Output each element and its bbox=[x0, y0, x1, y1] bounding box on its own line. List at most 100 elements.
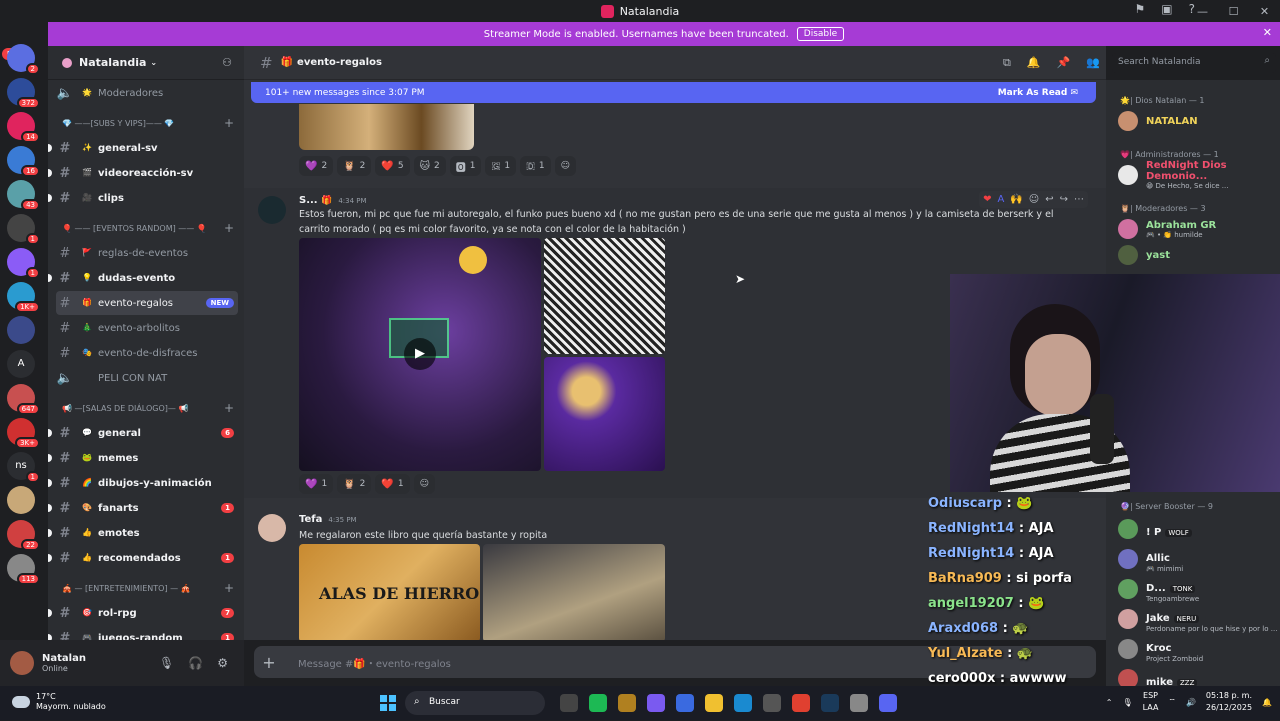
reaction-pill[interactable]: 💜 1 bbox=[299, 474, 334, 494]
app-icon[interactable] bbox=[618, 694, 636, 712]
server-icon[interactable]: 1K+ bbox=[7, 282, 40, 313]
reaction-pill[interactable]: 🦉 2 bbox=[337, 156, 372, 176]
threads-icon[interactable]: ⧉ bbox=[1003, 56, 1011, 70]
maximize-button[interactable]: ☐ bbox=[1218, 5, 1249, 18]
add-reaction-icon[interactable]: ☺ bbox=[1029, 194, 1039, 205]
berserk-shirt-image[interactable] bbox=[544, 238, 665, 354]
category-header[interactable]: 📢 —[SALAS DE DIÁLOGO]— 📢 + bbox=[62, 396, 236, 420]
server-icon[interactable]: 2 bbox=[7, 44, 40, 75]
chrome-icon[interactable] bbox=[792, 694, 810, 712]
add-channel-icon[interactable]: + bbox=[224, 116, 234, 130]
member-item[interactable]: Kroc Project Zomboid bbox=[1106, 634, 1280, 664]
channel-rol-rpg[interactable]: # 🎯 rol-rpg 7 bbox=[48, 601, 238, 625]
reaction-pill[interactable]: ❤️ 1 bbox=[375, 474, 410, 494]
taskbar-search[interactable]: ⌕ Buscar bbox=[405, 691, 545, 715]
reaction-pill[interactable]: 💜 2 bbox=[299, 156, 334, 176]
discord-icon[interactable] bbox=[879, 694, 897, 712]
channel-videoreacción-sv[interactable]: # 🎬 videoreacción-sv bbox=[48, 161, 238, 185]
channel-evento-regalos[interactable]: # 🎁 evento-regalos NEW bbox=[56, 291, 238, 315]
attachment-image[interactable] bbox=[299, 104, 474, 150]
add-reaction-icon[interactable]: ☺ bbox=[413, 474, 435, 494]
channel-fanarts[interactable]: # 🎨 fanarts 1 bbox=[48, 496, 238, 520]
edge-icon[interactable] bbox=[734, 694, 752, 712]
member-item[interactable]: Jake NERU Perdoname por lo que hise y por … bbox=[1106, 604, 1280, 634]
reaction-pill[interactable]: 🅾 1 bbox=[449, 156, 482, 176]
server-icon[interactable]: 372 bbox=[7, 78, 40, 109]
avatar[interactable] bbox=[258, 514, 286, 542]
server-icon[interactable]: 1 bbox=[7, 248, 40, 279]
gear-icon[interactable]: ⚙ bbox=[217, 656, 228, 670]
add-channel-icon[interactable]: + bbox=[224, 221, 234, 235]
reaction-pill[interactable]: ❤️ 5 bbox=[375, 156, 410, 176]
more-icon[interactable]: ⋯ bbox=[1074, 194, 1084, 205]
server-header[interactable]: Natalandia ⌄ ⚇ bbox=[48, 46, 244, 80]
channel-dudas-evento[interactable]: # 💡 dudas-evento bbox=[48, 266, 238, 290]
inbox-icon[interactable]: ⚑ bbox=[1135, 2, 1146, 16]
category-header[interactable]: 💎 ——[SUBS Y VIPS]—— 💎 + bbox=[62, 111, 236, 135]
clock[interactable]: 05:18 p. m. 26/12/2025 bbox=[1206, 690, 1252, 714]
speaker-icon[interactable]: 🔊 bbox=[1186, 698, 1196, 707]
steam-icon[interactable] bbox=[821, 694, 839, 712]
server-icon[interactable]: 3K+ bbox=[7, 418, 40, 449]
members-icon[interactable]: 👥 bbox=[1086, 56, 1100, 70]
funko-image[interactable] bbox=[544, 357, 665, 471]
weather-widget[interactable]: 17°C Mayorm. nublado bbox=[12, 692, 106, 712]
disable-button[interactable]: Disable bbox=[796, 27, 845, 41]
close-window-button[interactable]: ✕ bbox=[1249, 5, 1280, 18]
category-header[interactable]: 🎪 — [ENTRETENIMIENTO] — 🎪 + bbox=[62, 576, 236, 600]
channel-general[interactable]: # 💬 general 6 bbox=[48, 421, 238, 445]
server-icon[interactable]: A bbox=[7, 350, 35, 378]
channel-evento-arbolitos[interactable]: # 🎄 evento-arbolitos bbox=[56, 316, 238, 340]
channel-evento-de-disfraces[interactable]: # 🎭 evento-de-disfraces bbox=[56, 341, 238, 365]
play-icon[interactable]: ▶ bbox=[404, 338, 436, 370]
add-reaction-icon[interactable]: ☺ bbox=[554, 156, 577, 176]
channel-Moderadores[interactable]: 🔈 🌟 Moderadores bbox=[56, 81, 238, 105]
message-author[interactable]: Tefa 4:35 PM bbox=[299, 514, 357, 525]
letter-a-icon[interactable]: A bbox=[997, 194, 1004, 205]
microphone-icon[interactable]: 🎙 bbox=[159, 656, 174, 670]
new-messages-bar[interactable]: 101+ new messages since 3:07 PM Mark As … bbox=[251, 82, 1096, 103]
store-icon[interactable] bbox=[676, 694, 694, 712]
server-icon[interactable]: 16 bbox=[7, 146, 40, 177]
server-icon[interactable] bbox=[7, 316, 35, 344]
folder-icon[interactable] bbox=[705, 694, 723, 712]
server-icon[interactable]: 113 bbox=[7, 554, 40, 585]
add-channel-icon[interactable]: + bbox=[224, 581, 234, 595]
mark-as-read-button[interactable]: Mark As Read ✉ bbox=[998, 88, 1078, 98]
avatar[interactable] bbox=[10, 651, 34, 675]
category-header[interactable]: 🎈 —— [EVENTOS RANDOM] —— 🎈 + bbox=[62, 216, 236, 240]
invite-icon[interactable]: ⚇ bbox=[222, 56, 232, 69]
member-item[interactable]: yast bbox=[1106, 242, 1280, 268]
microphone-icon[interactable]: 🎙 bbox=[1122, 698, 1132, 707]
channel-recomendados[interactable]: # 👍 recomendados 1 bbox=[48, 546, 238, 570]
reply-icon[interactable]: ↩ bbox=[1045, 194, 1053, 205]
settings-icon[interactable] bbox=[850, 694, 868, 712]
wifi-icon[interactable]: ⌔ bbox=[1168, 697, 1176, 707]
chevron-up-icon[interactable]: ⌃ bbox=[1106, 698, 1113, 707]
add-attachment-icon[interactable]: + bbox=[254, 653, 284, 672]
server-icon[interactable]: 22 bbox=[7, 520, 40, 551]
server-icon[interactable]: ns 1 bbox=[7, 452, 40, 483]
server-icon[interactable]: 43 bbox=[7, 180, 40, 211]
pin-icon[interactable]: 📌 bbox=[1057, 56, 1071, 70]
close-icon[interactable]: ✕ bbox=[1263, 26, 1272, 39]
member-item[interactable]: Allic 🎮 mimimi bbox=[1106, 544, 1280, 574]
channel-dibujos-y-animación[interactable]: # 🌈 dibujos-y-animación bbox=[48, 471, 238, 495]
clothes-image[interactable] bbox=[483, 544, 665, 640]
task-view-icon[interactable] bbox=[560, 694, 578, 712]
app-icon[interactable] bbox=[589, 694, 607, 712]
reaction-pill[interactable]: 🦉 2 bbox=[337, 474, 372, 494]
member-item[interactable]: NATALAN bbox=[1106, 108, 1280, 134]
server-icon[interactable]: 14 bbox=[7, 112, 40, 143]
app-icon[interactable] bbox=[763, 694, 781, 712]
reaction-pill[interactable]: 🇬 1 bbox=[485, 156, 517, 176]
language-indicator[interactable]: ESP LAA bbox=[1143, 690, 1159, 714]
reaction-pill[interactable]: 🇩 1 bbox=[520, 156, 551, 176]
channel-general-sv[interactable]: # ✨ general-sv bbox=[48, 136, 238, 160]
avatar[interactable] bbox=[258, 196, 286, 224]
channel-PELI CON NAT[interactable]: 🔈 PELI CON NAT bbox=[56, 366, 238, 390]
channel-juegos-random[interactable]: # 🎮 juegos-random 1 bbox=[48, 626, 238, 640]
video-attachment[interactable]: ▶ bbox=[299, 238, 541, 471]
bell-icon[interactable]: 🔔 bbox=[1027, 56, 1041, 70]
start-button[interactable] bbox=[380, 695, 396, 711]
